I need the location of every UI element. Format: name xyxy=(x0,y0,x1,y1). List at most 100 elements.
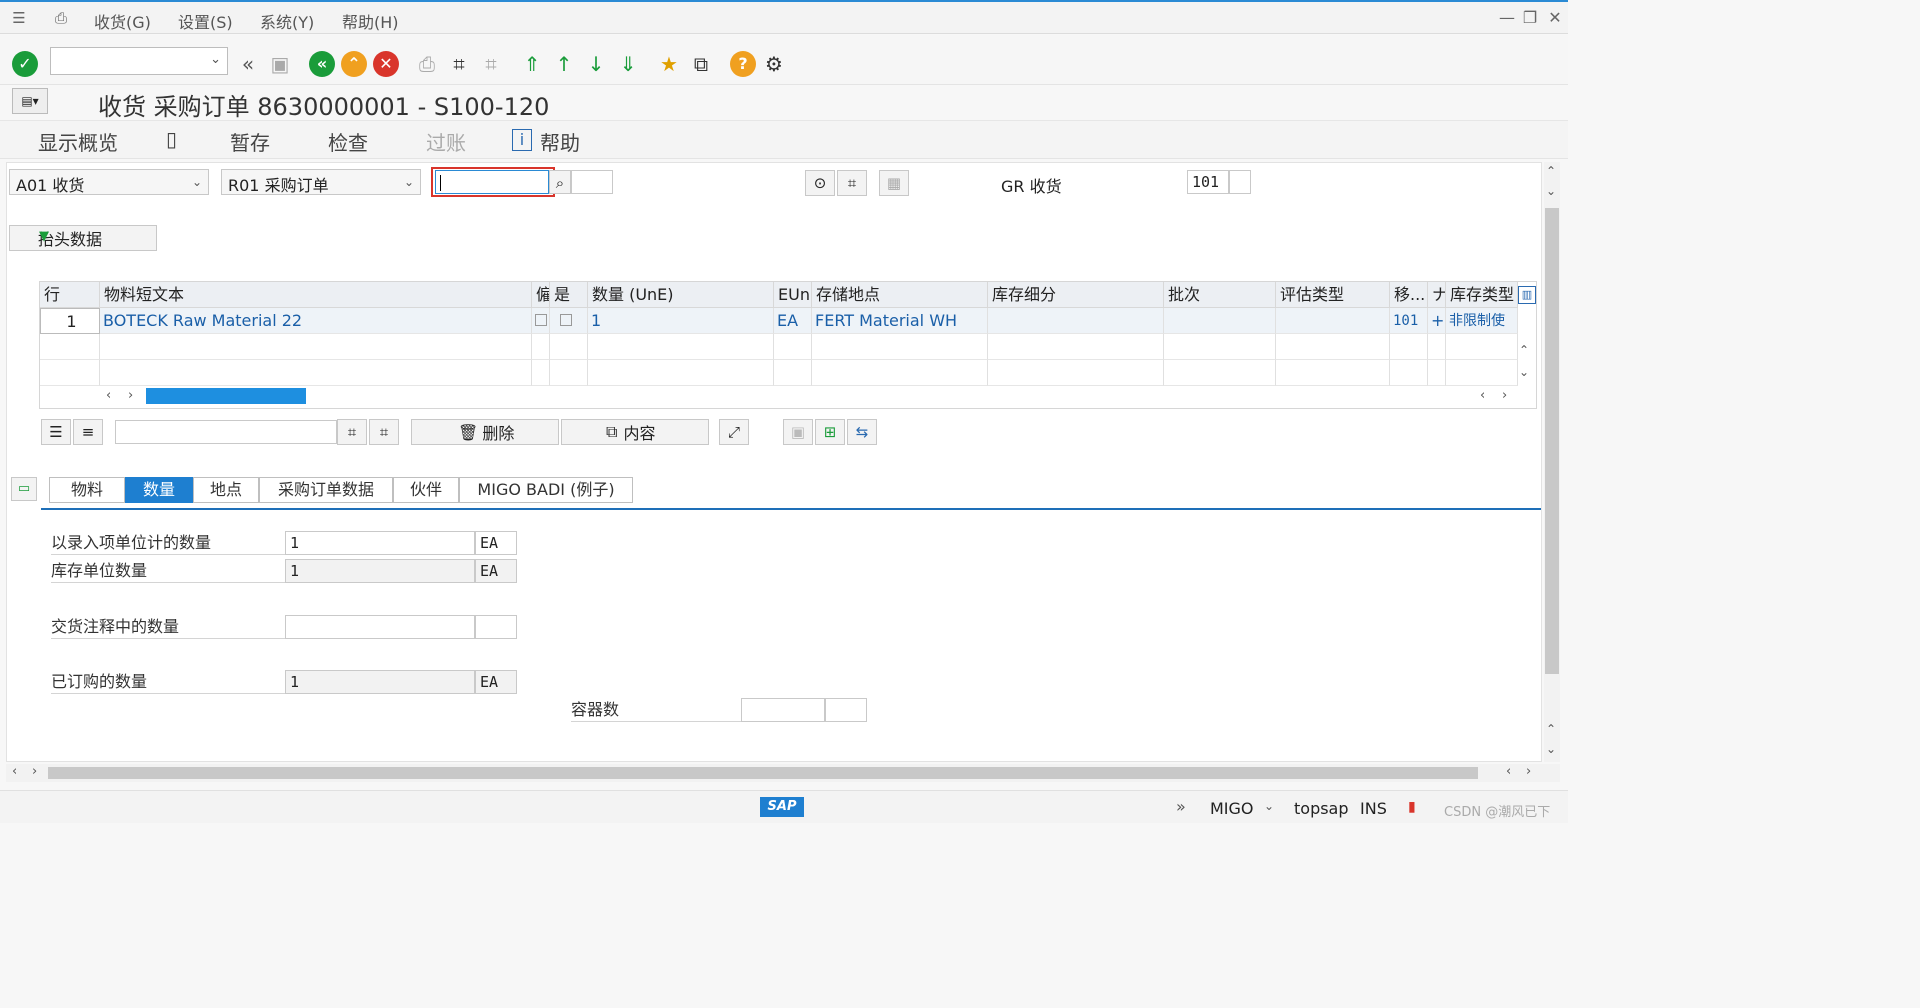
action-select[interactable]: A01 收货 ⌄ xyxy=(9,169,209,195)
exit-icon[interactable]: ⌃ xyxy=(341,51,367,77)
title-menu-icon[interactable]: ▤▾ xyxy=(12,88,48,114)
row-item-ok-checkbox[interactable] xyxy=(550,308,588,334)
add-row-icon[interactable]: ⊞ xyxy=(815,419,845,445)
containers-unit-input[interactable] xyxy=(825,698,867,722)
scroll-right-icon[interactable]: › xyxy=(128,388,133,403)
horizontal-scrollbar-thumb[interactable] xyxy=(48,767,1478,779)
col-header-valuation-type[interactable]: 评估类型 xyxy=(1276,282,1390,308)
row-direction[interactable]: + xyxy=(1428,308,1446,334)
previous-page-icon[interactable]: ↑ xyxy=(550,50,578,78)
deselect-all-icon[interactable]: ≡ xyxy=(73,419,103,445)
scroll-up-icon[interactable]: ⌃ xyxy=(1546,722,1556,736)
row-storage-location[interactable]: FERT Material WH xyxy=(812,308,988,334)
contents-button[interactable]: ⧉ 内容 xyxy=(561,419,709,445)
next-page-icon[interactable]: ↓ xyxy=(582,50,610,78)
col-header-ok[interactable]: 僱 xyxy=(532,282,550,308)
header-data-button[interactable]: 抬头数据 xyxy=(9,225,157,251)
select-all-icon[interactable]: ☰ xyxy=(41,419,71,445)
help-icon[interactable]: ? xyxy=(730,51,756,77)
cancel-icon[interactable]: ✕ xyxy=(373,51,399,77)
chevron-down-icon[interactable]: ⌄ xyxy=(210,52,221,67)
row-quantity[interactable]: 1 xyxy=(588,308,774,334)
special-stock-input[interactable] xyxy=(1229,170,1251,194)
po-number-input[interactable] xyxy=(435,170,549,194)
tab-location[interactable]: 地点 xyxy=(193,477,259,503)
menu-goods-receipt[interactable]: 收货(G) xyxy=(94,9,151,33)
vertical-scrollbar[interactable]: ⌃ ⌄ ⌃ ⌄ xyxy=(1544,162,1560,762)
scroll-right-icon[interactable]: › xyxy=(1526,764,1531,779)
find-next-icon[interactable]: ⌗ xyxy=(369,419,399,445)
info-icon[interactable]: i xyxy=(512,129,532,151)
minimize-button[interactable]: — xyxy=(1498,8,1516,28)
row-movement-type[interactable]: 101 xyxy=(1390,308,1428,334)
restore-button[interactable]: ❐ xyxy=(1521,8,1539,28)
menu-system[interactable]: 系统(Y) xyxy=(260,9,314,33)
col-header-stock-segment[interactable]: 库存细分 xyxy=(988,282,1164,308)
tab-partner[interactable]: 伙伴 xyxy=(393,477,459,503)
scroll-left-icon[interactable]: ‹ xyxy=(12,764,17,779)
execute-icon[interactable]: ⊙ xyxy=(805,170,835,196)
tab-po-data[interactable]: 采购订单数据 xyxy=(259,477,393,503)
first-page-icon[interactable]: ⇑ xyxy=(518,50,546,78)
col-header-eun[interactable]: EUn xyxy=(774,282,812,308)
row-valuation-type[interactable] xyxy=(1276,308,1390,334)
new-session-icon[interactable]: ★ xyxy=(655,50,683,78)
transaction-code[interactable]: MIGO xyxy=(1210,799,1254,818)
delivery-note-unit-input[interactable] xyxy=(475,615,517,639)
double-chevron-left-icon[interactable]: « xyxy=(234,50,262,78)
enter-icon[interactable]: ✓ xyxy=(12,51,38,77)
chevron-down-icon[interactable]: ⌄ xyxy=(1264,799,1274,813)
menu-icon[interactable]: ☰ xyxy=(10,9,28,27)
tab-quantity[interactable]: 数量 xyxy=(125,477,193,503)
col-header-movement[interactable]: 移... xyxy=(1390,282,1428,308)
col-header-storage-location[interactable]: 存储地点 xyxy=(812,282,988,308)
help-button[interactable]: 帮助 xyxy=(540,127,580,156)
document-icon[interactable]: ▯ xyxy=(166,127,177,151)
row-material-text[interactable]: BOTECK Raw Material 22 xyxy=(100,308,532,334)
command-field[interactable]: ⌄ xyxy=(50,47,228,75)
movement-type-input[interactable]: 101 xyxy=(1187,170,1229,194)
scroll-left-icon[interactable]: ‹ xyxy=(1506,764,1511,779)
close-button[interactable]: ✕ xyxy=(1546,8,1564,28)
value-help-icon[interactable]: ⌕ xyxy=(549,170,571,194)
scroll-up-icon[interactable]: ⌃ xyxy=(1519,343,1529,357)
col-header-material[interactable]: 物料短文本 xyxy=(100,282,532,308)
menu-settings[interactable]: 设置(S) xyxy=(178,9,233,33)
row-ok-checkbox[interactable] xyxy=(532,308,550,334)
col-header-quantity[interactable]: 数量 (UnE) xyxy=(588,282,774,308)
reference-select[interactable]: R01 采购订单 ⌄ xyxy=(221,169,421,195)
find-icon[interactable]: ⌗ xyxy=(445,50,473,78)
scroll-down-icon[interactable]: ⌄ xyxy=(1519,365,1529,379)
column-settings-icon[interactable]: ▥ xyxy=(1518,286,1536,304)
containers-input[interactable] xyxy=(741,698,825,722)
last-page-icon[interactable]: ⇓ xyxy=(614,50,642,78)
scroll-left-icon[interactable]: ‹ xyxy=(1480,388,1485,403)
back-icon[interactable]: « xyxy=(309,51,335,77)
vertical-scrollbar-thumb[interactable] xyxy=(1545,208,1559,674)
row-stock-type[interactable]: 非限制使 xyxy=(1446,308,1518,334)
gear-icon[interactable]: ⚙ xyxy=(760,50,788,78)
delivery-note-quantity-input[interactable] xyxy=(285,615,475,639)
hold-button[interactable]: 暂存 xyxy=(230,127,270,156)
tab-material[interactable]: 物料 xyxy=(49,477,125,503)
shortcut-icon[interactable]: ⧉ xyxy=(687,50,715,78)
col-header-line[interactable]: 行 xyxy=(40,282,100,308)
tab-migo-badi[interactable]: MIGO BADI (例子) xyxy=(459,477,633,503)
collapse-detail-icon[interactable]: ▭ xyxy=(11,477,37,501)
double-chevron-right-icon[interactable]: » xyxy=(1176,797,1186,816)
fullscreen-icon[interactable]: ⤢ xyxy=(719,419,749,445)
show-overview-button[interactable]: 显示概览 xyxy=(38,127,118,156)
row-batch[interactable] xyxy=(1164,308,1276,334)
delete-button[interactable]: 🗑 删除 xyxy=(411,419,559,445)
table-row[interactable]: 1 xyxy=(40,308,100,334)
col-header-batch[interactable]: 批次 xyxy=(1164,282,1276,308)
col-header-stock-type[interactable]: 库存类型 xyxy=(1446,282,1518,308)
binoculars-icon[interactable]: ⌗ xyxy=(837,170,867,196)
scroll-down-icon[interactable]: ⌄ xyxy=(1546,742,1556,756)
scroll-left-icon[interactable]: ‹ xyxy=(106,388,111,403)
scroll-down-icon[interactable]: ⌄ xyxy=(1546,184,1556,198)
row-unit[interactable]: EA xyxy=(774,308,812,334)
binoculars-icon[interactable]: ⌗ xyxy=(337,419,367,445)
horizontal-scrollbar-thumb[interactable] xyxy=(146,388,306,404)
insert-mode[interactable]: INS xyxy=(1360,799,1387,818)
